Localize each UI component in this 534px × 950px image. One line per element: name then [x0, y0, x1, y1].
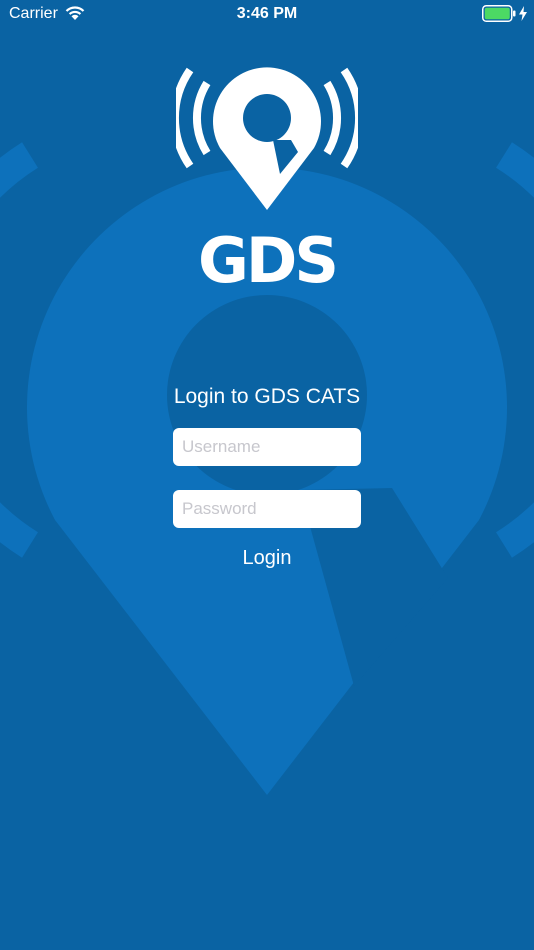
brand-wordmark: GDS — [197, 224, 339, 297]
login-button[interactable]: Login — [217, 544, 317, 572]
login-title: Login to GDS CATS — [173, 385, 361, 408]
location-pin-signal-icon — [176, 67, 358, 211]
battery-icon — [482, 5, 516, 22]
status-time: 3:46 PM — [236, 5, 298, 22]
password-input[interactable] — [173, 490, 361, 528]
username-input[interactable] — [173, 428, 361, 466]
charging-bolt-icon — [519, 6, 527, 21]
status-bar: Carrier 3:46 PM — [0, 0, 534, 28]
